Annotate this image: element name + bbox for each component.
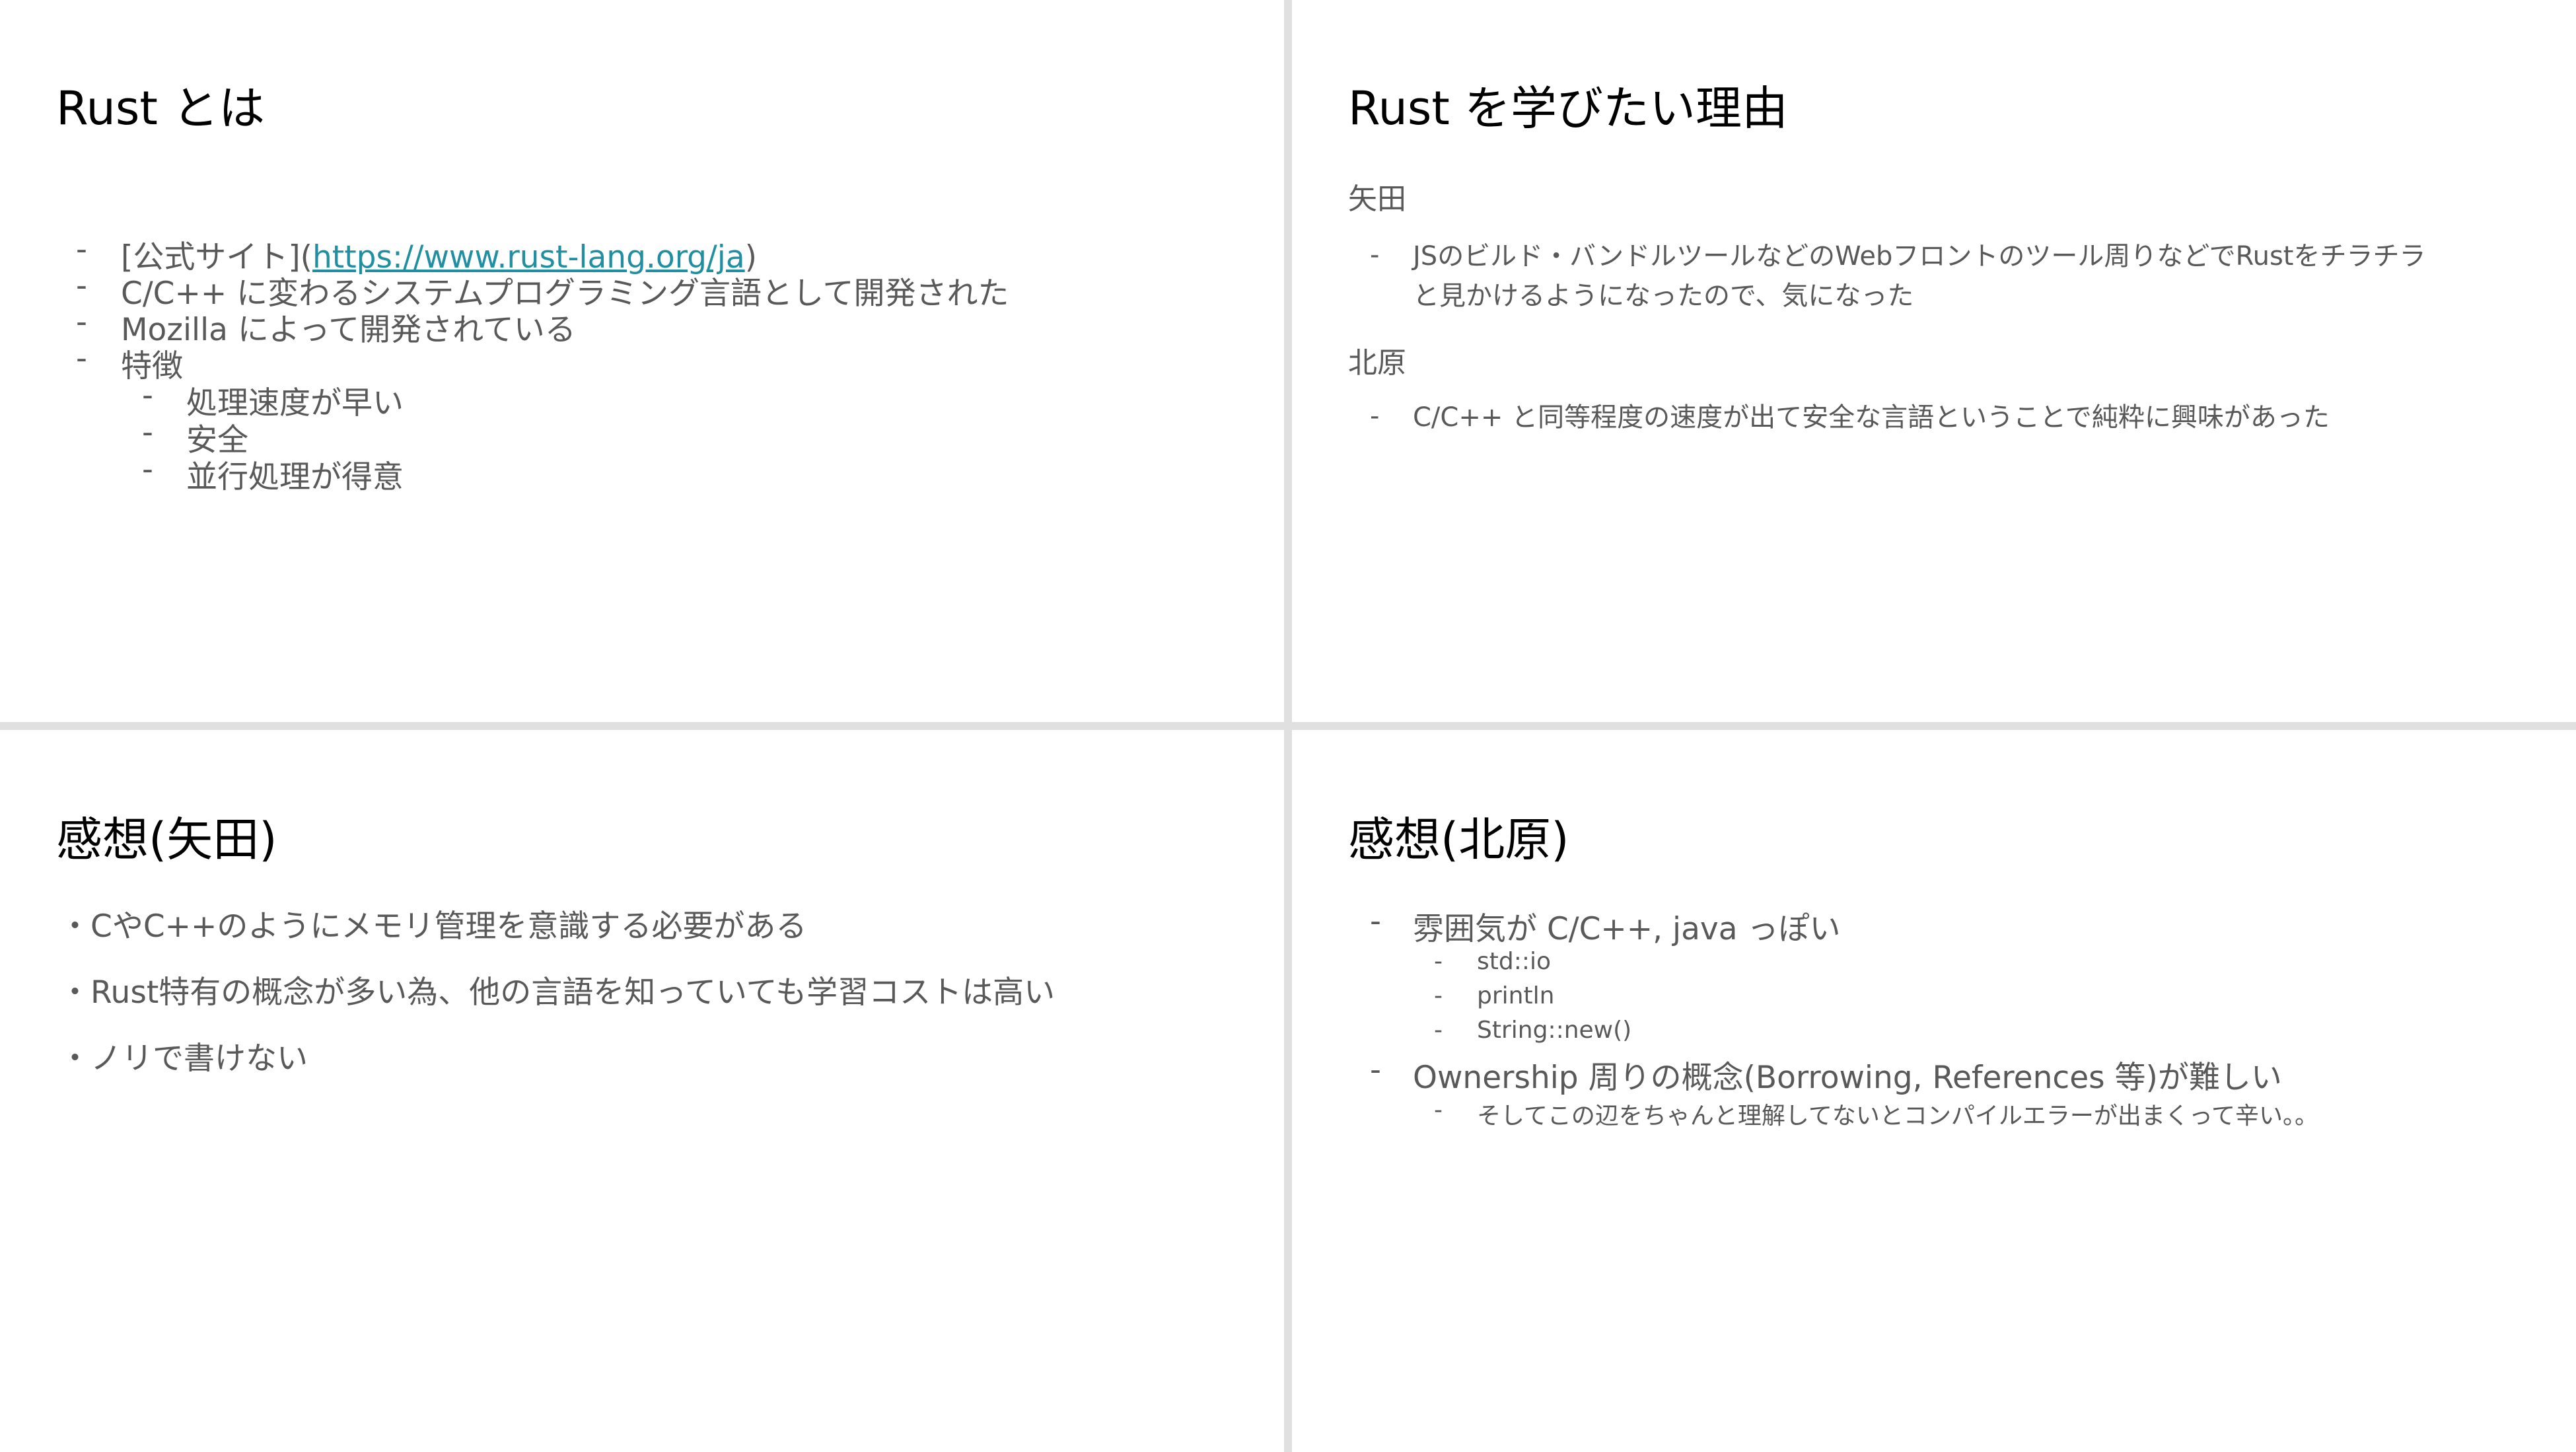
bullet-dash: - <box>76 304 87 340</box>
slide-title: 感想(北原) <box>1348 813 1569 867</box>
person-name: 北原 <box>1348 346 1406 380</box>
bullet-line: と見かけるようになったので、気になった <box>1413 281 1914 311</box>
bullet-item: JSのビルド・バンドルツールなどのWebフロントのツール周りなどでRustをチラ… <box>1413 236 2425 316</box>
bullet-line: JSのビルド・バンドルツールなどのWebフロントのツール周りなどでRustをチラ… <box>1413 241 2426 272</box>
impression-line: ・ノリで書けない <box>59 1040 308 1077</box>
sub-bullet-item: String::new() <box>1477 1017 1632 1044</box>
slide-title: 感想(矢田) <box>56 813 277 867</box>
slide-title: Rust とは <box>56 81 266 135</box>
bullet-dash: - <box>76 231 87 268</box>
impression-line: ・Rust特有の概念が多い為、他の言語を知っていても学習コストは高い <box>59 974 1055 1011</box>
bullet-dash: - <box>1370 903 1381 939</box>
bullet-item: Mozilla によって開発されている <box>121 312 576 348</box>
sub-bullet-item: 並行処理が得意 <box>186 459 404 495</box>
sub-bullet-dash: - <box>1434 1017 1443 1044</box>
sub-bullet-item: std::io <box>1477 948 1552 975</box>
sub-bullet-dash: - <box>1434 1097 1443 1124</box>
bullet-item: Ownership 周りの概念(Borrowing, References 等)… <box>1413 1060 2282 1096</box>
slide-grid: Rust とは - [公式サイト](https://www.rust-lang.… <box>0 0 2576 1452</box>
bullet-dash: - <box>1370 240 1380 270</box>
slide-impressions-yada[interactable]: 感想(矢田) ・CやC++のようにメモリ管理を意識する必要がある ・Rust特有… <box>0 730 1284 1452</box>
sub-bullet-dash: - <box>142 451 153 488</box>
impression-line: ・CやC++のようにメモリ管理を意識する必要がある <box>59 908 807 945</box>
slide-reasons[interactable]: Rust を学びたい理由 矢田 - JSのビルド・バンドルツールなどのWebフロ… <box>1292 0 2576 722</box>
sub-bullet-dash: - <box>1434 982 1443 1009</box>
sub-bullet-item: そしてこの辺をちゃんと理解してないとコンパイルエラーが出まくって辛い。。 <box>1477 1103 2319 1130</box>
bullet-dash: - <box>76 268 87 304</box>
sub-bullet-dash: - <box>1434 948 1443 975</box>
bullet-dash: - <box>1370 401 1380 431</box>
sub-bullet-dash: - <box>142 414 153 451</box>
person-name: 矢田 <box>1348 182 1406 216</box>
sub-bullet-item: println <box>1477 982 1555 1009</box>
bullet-item: 雰囲気が C/C++, java っぽい <box>1413 911 1841 947</box>
sub-bullet-dash: - <box>142 377 153 414</box>
bullet-dash: - <box>1370 1052 1381 1088</box>
bullet-item: C/C++ と同等程度の速度が出て安全な言語ということで純粋に興味があった <box>1413 402 2330 433</box>
slide-title: Rust を学びたい理由 <box>1348 81 1789 135</box>
slide-rust-intro[interactable]: Rust とは - [公式サイト](https://www.rust-lang.… <box>0 0 1284 722</box>
slide-impressions-kitahara[interactable]: 感想(北原) - 雰囲気が C/C++, java っぽい - std::io … <box>1292 730 2576 1452</box>
bullet-dash: - <box>76 340 87 377</box>
